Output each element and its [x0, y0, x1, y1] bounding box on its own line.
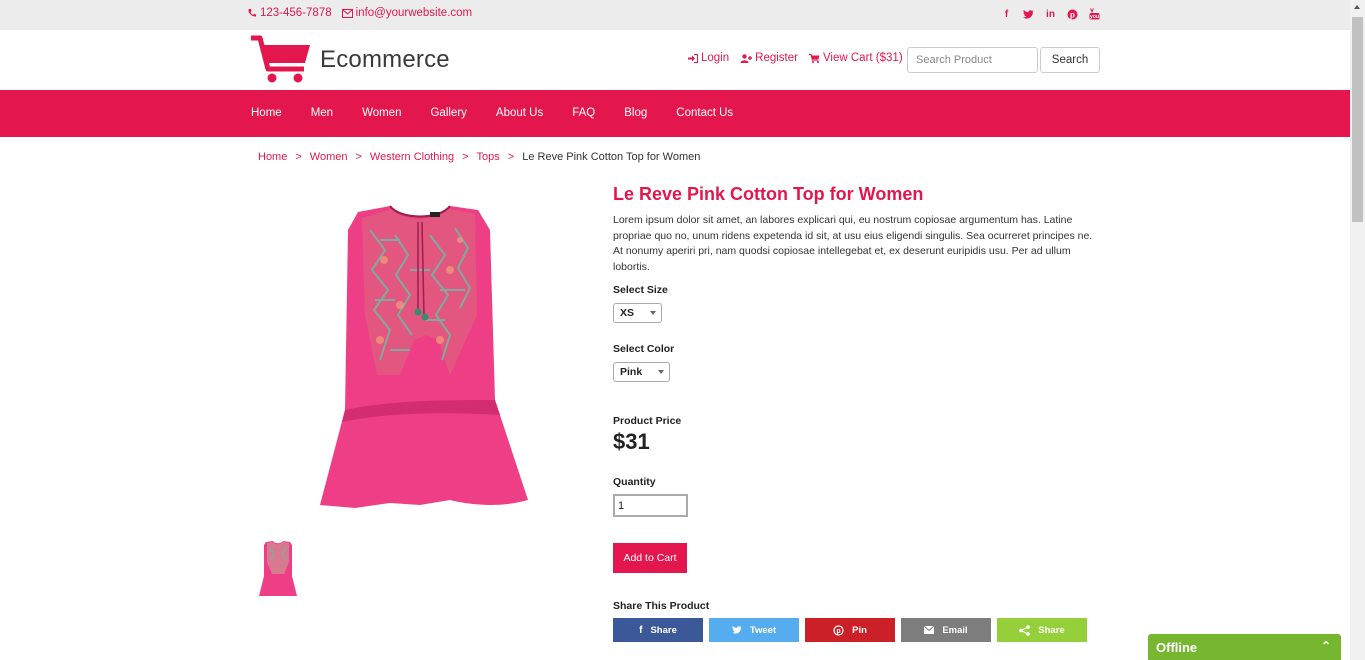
share-icon	[1019, 624, 1031, 636]
breadcrumb-separator: >	[295, 151, 302, 163]
linkedin-icon[interactable]: in	[1044, 7, 1057, 21]
product-description: Lorem ipsum dolor sit amet, an labores e…	[613, 214, 1093, 273]
top-bar: 123-456-7878 info@yourwebsite.com f in p…	[0, 0, 1350, 30]
twitter-share-button[interactable]: Tweet	[709, 618, 799, 642]
breadcrumb-home[interactable]: Home	[258, 151, 287, 163]
page-scrollbar[interactable]	[1350, 0, 1365, 660]
nav-item-gallery[interactable]: Gallery	[430, 107, 466, 119]
user-plus-icon	[740, 53, 753, 63]
view-cart-label: View Cart ($31)	[822, 52, 903, 64]
social-links: f in p you	[1000, 7, 1101, 21]
phone-link[interactable]: 123-456-7878	[247, 7, 332, 19]
breadcrumb-tops[interactable]: Tops	[477, 151, 500, 163]
breadcrumb-separator: >	[507, 151, 515, 163]
twitter-icon	[731, 626, 742, 634]
youtube-icon[interactable]: you	[1088, 7, 1101, 21]
product-price: $31	[613, 429, 650, 454]
nav-item-men[interactable]: Men	[311, 107, 333, 119]
share-button-label: Tweet	[749, 624, 777, 636]
share-button-label: Share	[650, 624, 677, 636]
color-label: Select Color	[613, 343, 675, 355]
svg-text:p: p	[836, 628, 840, 635]
scrollbar-thumb[interactable]	[1352, 17, 1363, 222]
nav-item-blog[interactable]: Blog	[624, 107, 647, 119]
breadcrumb-western-clothing[interactable]: Western Clothing	[370, 151, 454, 163]
logo-text: Ecommerce	[320, 46, 450, 73]
color-select[interactable]: Pink	[613, 362, 670, 382]
breadcrumb-separator: >	[355, 151, 362, 163]
email-share-button[interactable]: Email	[901, 618, 991, 642]
facebook-icon[interactable]: f	[1000, 7, 1013, 21]
register-label: Register	[755, 52, 798, 64]
email-link[interactable]: info@yourwebsite.com	[341, 7, 473, 19]
site-logo[interactable]: Ecommerce	[250, 35, 450, 85]
size-select[interactable]: XS	[613, 303, 662, 323]
nav-item-faq[interactable]: FAQ	[572, 107, 595, 119]
breadcrumb-current: Le Reve Pink Cotton Top for Women	[522, 151, 701, 163]
nav-item-contact-us[interactable]: Contact Us	[676, 107, 733, 119]
nav-item-home[interactable]: Home	[251, 107, 282, 119]
twitter-icon[interactable]	[1022, 7, 1035, 21]
contact-info: 123-456-7878 info@yourwebsite.com	[247, 7, 472, 19]
sign-in-icon	[688, 53, 698, 63]
breadcrumb-women[interactable]: Women	[310, 151, 348, 163]
color-value: Pink	[620, 366, 643, 378]
envelope-icon	[341, 8, 353, 18]
size-value: XS	[620, 307, 635, 319]
svg-text:p: p	[1070, 10, 1075, 19]
price-label: Product Price	[613, 415, 682, 427]
share-button-label: Share	[1038, 624, 1065, 636]
login-link[interactable]: Login	[688, 52, 729, 64]
add-to-cart-button[interactable]: Add to Cart	[613, 543, 687, 573]
product-title: Le Reve Pink Cotton Top for Women	[613, 184, 924, 204]
nav-item-women[interactable]: Women	[362, 107, 401, 119]
svg-text:you: you	[1090, 14, 1099, 20]
main-nav: Home Men Women Gallery About Us FAQ Blog…	[0, 90, 1350, 137]
view-cart-link[interactable]: View Cart ($31)	[808, 52, 903, 64]
facebook-icon: f	[639, 624, 643, 636]
login-label: Login	[701, 52, 730, 64]
generic-share-button[interactable]: Share	[997, 618, 1087, 642]
phone-number: 123-456-7878	[260, 7, 332, 19]
chevron-down-icon	[658, 370, 664, 374]
share-label: Share This Product	[613, 600, 710, 612]
search-button[interactable]: Search	[1040, 47, 1100, 73]
product-main-image[interactable]	[300, 200, 545, 515]
scroll-up-arrow-icon[interactable]	[1354, 5, 1360, 9]
chevron-up-icon[interactable]: ⌃	[1321, 639, 1331, 653]
chat-status: Offline	[1156, 640, 1198, 655]
pinterest-icon: p	[833, 624, 844, 636]
quantity-label: Quantity	[613, 476, 656, 488]
search-input[interactable]	[907, 47, 1038, 73]
size-label: Select Size	[613, 284, 668, 296]
email-address: info@yourwebsite.com	[355, 7, 473, 19]
register-link[interactable]: Register	[740, 52, 798, 64]
breadcrumb-separator: >	[462, 151, 469, 163]
share-button-label: Pin	[852, 624, 867, 636]
chat-widget[interactable]: Offline ⌃	[1148, 634, 1341, 660]
account-links: Login Register View Cart ($31)	[688, 52, 903, 64]
product-thumbnail[interactable]	[258, 540, 298, 598]
cart-icon	[808, 53, 820, 63]
nav-item-about-us[interactable]: About Us	[496, 107, 543, 119]
shopping-cart-logo-icon	[251, 35, 310, 83]
pinterest-share-button[interactable]: p Pin	[805, 618, 895, 642]
quantity-input[interactable]	[613, 494, 688, 517]
email-icon	[924, 626, 935, 634]
phone-icon	[248, 9, 256, 17]
site-header: Ecommerce Login Register View Cart ($31)…	[0, 30, 1350, 90]
pinterest-icon[interactable]: p	[1066, 7, 1079, 21]
share-buttons: f Share Tweet p Pin Email Share	[613, 618, 1087, 642]
breadcrumb: Home > Women > Western Clothing > Tops >…	[258, 151, 700, 163]
chevron-down-icon	[650, 311, 656, 315]
share-button-label: Email	[942, 624, 968, 636]
facebook-share-button[interactable]: f Share	[613, 618, 703, 642]
